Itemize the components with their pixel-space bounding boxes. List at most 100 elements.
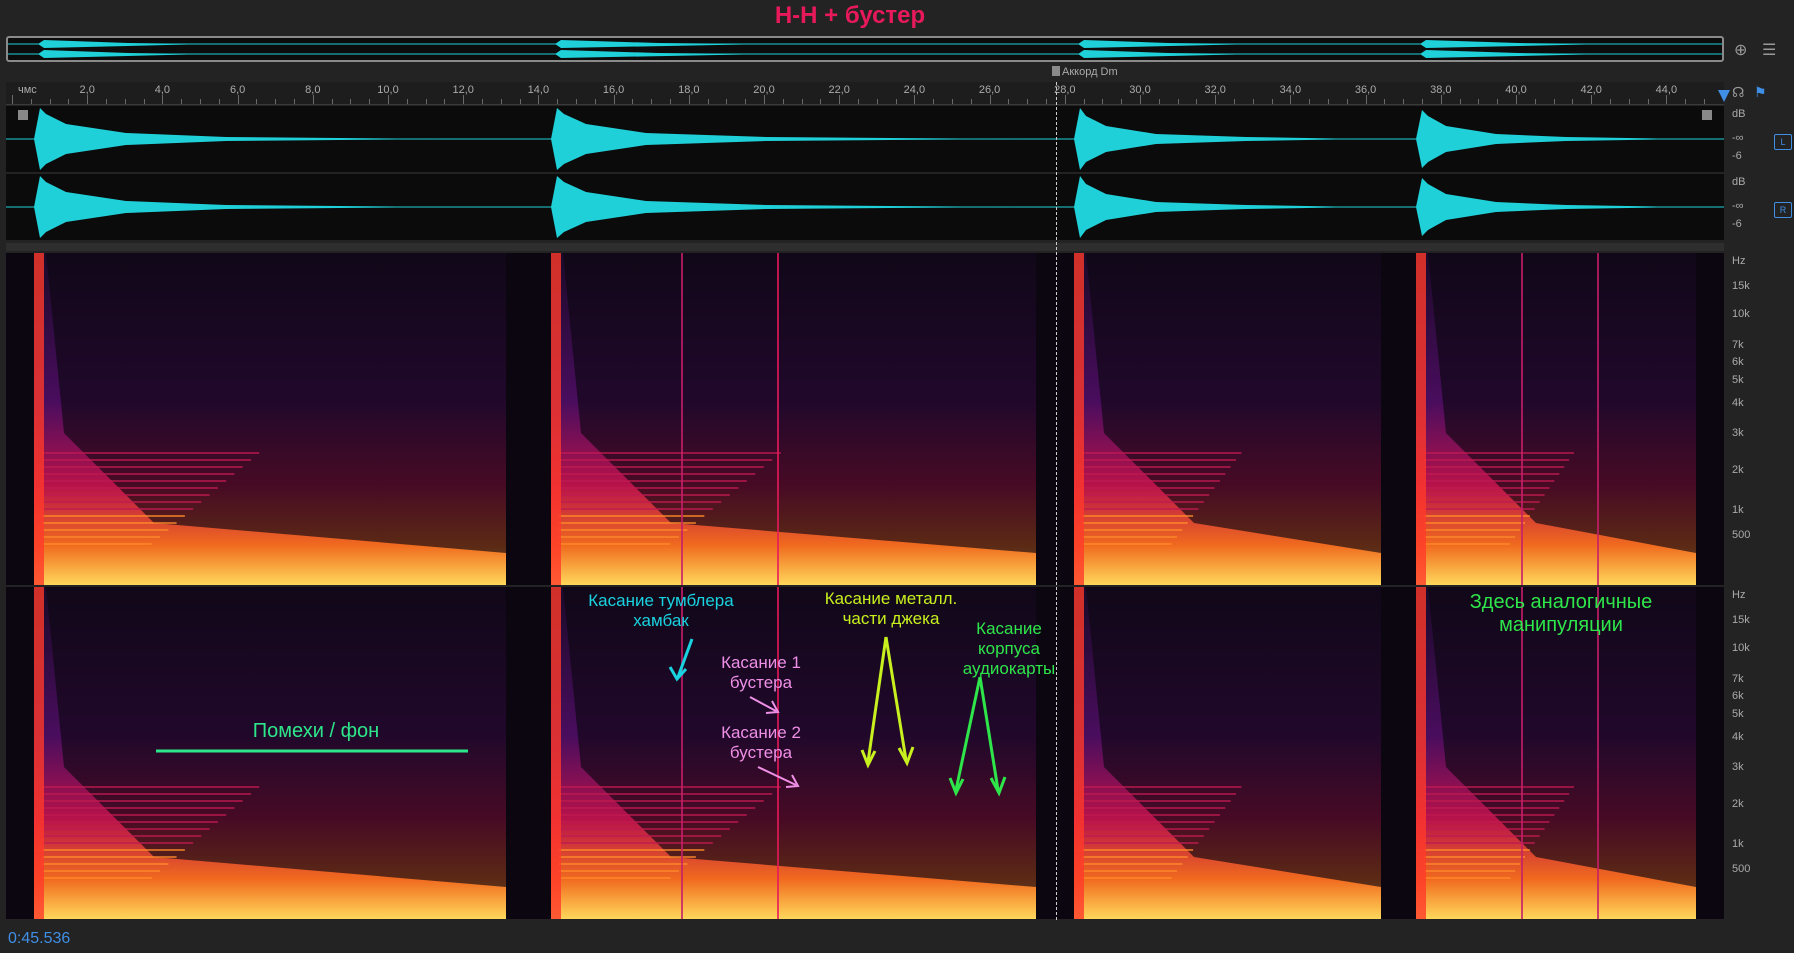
hz-tick-label: 10k (1732, 307, 1750, 320)
ruler-minor-tick (519, 99, 521, 104)
ruler-minor-tick (1290, 95, 1292, 104)
ruler-minor-tick (1064, 95, 1066, 104)
marker-flag-icon[interactable] (1052, 66, 1060, 76)
annotation-noise-floor: Помехи / фон (252, 720, 380, 742)
hz-tick-label: 7k (1732, 673, 1744, 686)
hz-tick-label: 5k (1732, 374, 1744, 387)
time-ruler[interactable]: чмс 2,0 4,0 6,0 8,0 10,0 12,0 14,0 16,0 18,0 20,0… (6, 82, 1724, 105)
ruler-minor-tick (1704, 99, 1705, 104)
ruler-minor-tick (1215, 95, 1217, 104)
hz-tick-label: 4k (1732, 731, 1744, 744)
fade-in-handle-icon[interactable] (18, 110, 28, 120)
ruler-minor-tick (1516, 95, 1517, 104)
ruler-minor-tick (1271, 99, 1273, 104)
spectrogram-channel-left[interactable] (6, 253, 1724, 585)
ruler-minor-tick (594, 99, 596, 104)
ruler-minor-tick (726, 99, 728, 104)
annotation-similar-manipulations: Здесь аналогичные манипуляции (1469, 591, 1653, 636)
db-unit-label: dB (1732, 108, 1746, 120)
ruler-minor-tick (1478, 99, 1480, 104)
channel-right-button[interactable]: R (1774, 202, 1792, 218)
pin-icon[interactable]: ⚑ (1754, 84, 1767, 101)
waveform-channel-right[interactable] (6, 174, 1724, 240)
ruler-minor-tick (500, 99, 502, 104)
channel-left-button[interactable]: L (1774, 134, 1792, 150)
headphones-icon[interactable]: ☊ (1732, 84, 1744, 101)
ruler-minor-tick (1027, 99, 1029, 104)
ruler-minor-tick (444, 99, 446, 104)
ruler-minor-tick (670, 99, 671, 104)
frequency-scale-left: Hz 15k 10k 7k 6k 5k 4k 3k 2k 1k 500 (1728, 253, 1788, 585)
ruler-minor-tick (1365, 95, 1367, 104)
ruler-minor-tick (30, 99, 32, 104)
ruler-minor-tick (294, 99, 295, 104)
ruler-minor-tick (707, 99, 709, 104)
ruler-minor-tick (989, 95, 991, 104)
hz-tick-label: 2k (1732, 463, 1744, 476)
ruler-minor-tick (820, 99, 822, 104)
ruler-minor-tick (801, 99, 803, 104)
playhead-line[interactable] (1056, 82, 1057, 920)
hz-tick-label: 4k (1732, 397, 1744, 410)
db-value-label: -∞ (1732, 132, 1744, 144)
spectrogram-channel-right[interactable]: Касание тумблера хамбак Касание 1 бустер… (6, 587, 1724, 919)
hz-tick-label: 500 (1732, 528, 1751, 541)
ruler-minor-tick (162, 95, 164, 104)
ruler-minor-tick (1534, 99, 1536, 104)
hz-unit-label: Hz (1732, 255, 1746, 267)
ruler-minor-tick (275, 99, 277, 104)
ruler-minor-tick (87, 95, 89, 104)
ruler-minor-tick (1158, 99, 1160, 104)
ruler-minor-tick (933, 99, 935, 104)
ruler-minor-tick (12, 95, 13, 104)
ruler-minor-tick (1422, 99, 1423, 104)
zoom-icon[interactable]: ⊕ (1734, 40, 1747, 60)
annotation-booster1-touch: Касание 1 бустера (721, 653, 801, 692)
ruler-minor-tick (538, 95, 540, 104)
ruler-minor-tick (425, 99, 427, 104)
hz-tick-label: 7k (1732, 339, 1744, 352)
hz-tick-label: 1k (1732, 837, 1744, 850)
ruler-minor-tick (1121, 99, 1123, 104)
ruler-minor-tick (312, 95, 314, 104)
ruler-minor-tick (1666, 95, 1668, 104)
ruler-minor-tick (1591, 95, 1593, 104)
ruler-minor-tick (331, 99, 333, 104)
ruler-minor-tick (858, 99, 859, 104)
ruler-minor-tick (688, 95, 690, 104)
hz-tick-label: 500 (1732, 862, 1751, 875)
hz-tick-label: 6k (1732, 355, 1744, 368)
fade-out-handle-icon[interactable] (1702, 110, 1712, 120)
ruler-minor-tick (876, 99, 878, 104)
ruler-minor-tick (1628, 99, 1630, 104)
ruler-minor-tick (632, 99, 634, 104)
panel-menu-icon[interactable]: ☰ (1762, 40, 1776, 60)
ruler-minor-tick (895, 99, 897, 104)
ruler-minor-tick (49, 99, 51, 104)
marker-label[interactable]: Аккорд Dm (1062, 66, 1118, 78)
ruler-minor-tick (914, 95, 916, 104)
ruler-minor-tick (1440, 95, 1442, 104)
ruler-minor-tick (651, 99, 653, 104)
ruler-minor-tick (106, 99, 107, 104)
waveform-channel-left[interactable] (6, 106, 1724, 172)
session-title: H-H + бустер (774, 2, 926, 29)
panel-splitter[interactable] (6, 243, 1724, 251)
overview-navigator[interactable] (6, 36, 1724, 62)
ruler-minor-tick (406, 99, 408, 104)
ruler-minor-tick (557, 99, 559, 104)
db-value-label: -6 (1732, 150, 1742, 162)
ruler-minor-tick (482, 99, 483, 104)
ruler-minor-tick (1140, 95, 1141, 104)
ruler-minor-tick (764, 95, 765, 104)
ruler-minor-tick (1610, 99, 1611, 104)
current-time-display[interactable]: 0:45.536 (8, 930, 70, 948)
hz-tick-label: 3k (1732, 427, 1744, 440)
ruler-minor-tick (839, 95, 841, 104)
hz-tick-label: 2k (1732, 797, 1744, 810)
ruler-minor-tick (1252, 99, 1254, 104)
ruler-minor-tick (218, 99, 220, 104)
ruler-minor-tick (1553, 99, 1555, 104)
hz-tick-label: 15k (1732, 613, 1750, 626)
hz-tick-label: 6k (1732, 689, 1744, 702)
